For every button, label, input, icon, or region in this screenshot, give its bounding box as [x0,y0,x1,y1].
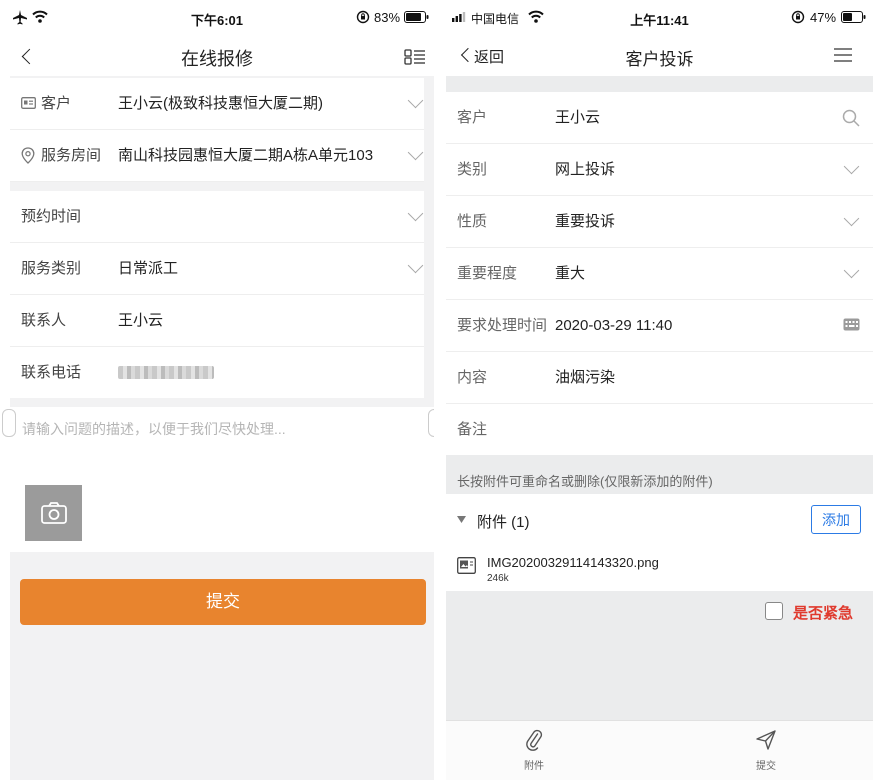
status-bar: 中国电信 上午11:41 47% [446,0,873,36]
severity-label: 重要程度 [457,265,518,282]
urgent-checkbox-row[interactable]: 是否紧急 [764,602,864,622]
submit-button[interactable]: 提交 [20,579,426,625]
chevron-down-icon [843,262,860,279]
remark-label: 备注 [457,421,488,438]
rotation-lock-icon [356,10,370,24]
appointment-time-field[interactable]: 预约时间 [10,191,424,243]
urgent-label: 是否紧急 [793,605,854,622]
bottom-tab-bar: 附件 提交 [446,720,873,780]
attachment-name: IMG20200329114143320.png [487,555,659,570]
battery-percent: 47% [810,10,837,25]
page-title: 在线报修 [181,49,253,69]
menu-grid-button[interactable] [404,49,426,65]
paperclip-icon [526,729,543,751]
list-menu-icon [404,49,425,65]
content-value: 油烟污染 [555,369,616,386]
chevron-down-icon [843,158,860,175]
service-room-field[interactable]: 服务房间 南山科技园惠恒大厦二期A栋A单元103 [10,130,424,182]
attachment-item[interactable]: IMG20200329114143320.png 246k [446,546,873,591]
repair-screen: 下午6:01 83% 在线报修 客户 王小云(极致科技惠恒大厦二期) 服务房间 … [0,0,434,780]
location-pin-icon [21,147,35,164]
chevron-down-icon [407,92,424,109]
chevron-down-icon [407,257,424,274]
attachment-size: 246k [487,573,509,584]
chevron-down-icon [843,210,860,227]
description-input[interactable]: 请输入问题的描述，以便于我们尽快处理... [22,419,422,439]
triangle-down-icon[interactable] [457,516,466,523]
category-field[interactable]: 类别 网上投诉 [446,144,873,196]
send-icon [756,730,776,750]
contact-field[interactable]: 联系人 王小云 [10,295,424,347]
submit-label: 提交 [206,592,240,611]
battery-percent: 83% [374,10,401,25]
service-type-value: 日常派工 [118,260,179,277]
service-room-label: 服务房间 [41,147,102,164]
content-label: 内容 [457,369,488,386]
urgent-checkbox[interactable] [765,602,783,620]
attachments-header: 附件 (1) [477,514,530,531]
attach-tab-label: 附件 [524,761,544,772]
rotation-lock-icon [791,10,805,24]
deadline-value: 2020-03-29 11:40 [555,317,673,334]
severity-field[interactable]: 重要程度 重大 [446,248,873,300]
deadline-label: 要求处理时间 [457,317,548,334]
phone-value-blurred [118,366,214,379]
content-field[interactable]: 内容 油烟污染 [446,352,873,404]
add-photo-button[interactable] [25,485,82,541]
right-edge-handle [428,409,434,437]
nature-field[interactable]: 性质 重要投诉 [446,196,873,248]
page-title: 客户投诉 [625,50,694,69]
customer-field[interactable]: 客户 王小云 [446,92,873,144]
nav-bar: 返回 客户投诉 [446,36,873,76]
customer-label: 客户 [41,95,72,112]
service-type-label: 服务类别 [21,260,82,277]
customer-label: 客户 [457,109,488,126]
camera-icon [41,502,67,524]
status-bar: 下午6:01 83% [0,0,434,36]
attachment-hint: 长按附件可重命名或删除(仅限新添加的附件) [457,474,713,489]
category-value: 网上投诉 [555,161,616,178]
chevron-down-icon [407,205,424,222]
description-area: 请输入问题的描述，以便于我们尽快处理... [2,407,434,552]
battery-icon [404,11,429,23]
service-room-value: 南山科技园惠恒大厦二期A栋A单元103 [118,147,374,164]
left-edge-handle [2,409,16,437]
category-label: 类别 [457,161,488,178]
customer-field[interactable]: 客户 王小云(极致科技惠恒大厦二期) [10,78,424,130]
customer-value: 王小云(极致科技惠恒大厦二期) [118,95,323,112]
submit-tab[interactable]: 提交 [746,729,786,775]
chevron-down-icon [407,144,424,161]
phone-field[interactable]: 联系电话 [10,347,424,398]
nav-bar: 在线报修 [0,36,434,76]
service-type-field[interactable]: 服务类别 日常派工 [10,243,424,295]
contact-label: 联系人 [21,312,67,329]
nature-value: 重要投诉 [555,213,616,230]
menu-button[interactable] [834,48,852,62]
submit-tab-label: 提交 [756,761,776,772]
customer-value: 王小云 [555,109,601,126]
battery-icon [841,11,866,23]
nature-label: 性质 [457,213,488,230]
contact-value: 王小云 [118,312,164,329]
attachments-section: 附件 (1) 添加 [446,494,873,547]
status-time: 上午11:41 [630,13,689,28]
deadline-field[interactable]: 要求处理时间 2020-03-29 11:40 [446,300,873,352]
add-attachment-button[interactable]: 添加 [811,505,861,534]
id-card-icon [21,97,36,109]
search-icon[interactable] [842,109,860,127]
severity-value: 重大 [555,265,586,282]
remark-field[interactable]: 备注 [446,404,873,455]
keyboard-icon[interactable] [843,318,860,331]
phone-label: 联系电话 [21,364,82,381]
attach-tab[interactable]: 附件 [514,729,554,775]
hamburger-menu-icon [834,48,852,62]
appointment-time-label: 预约时间 [21,208,82,225]
image-file-icon [457,557,476,574]
complaint-screen: 中国电信 上午11:41 47% 返回 客户投诉 客户 王小云 类别 网上投诉 … [446,0,873,780]
